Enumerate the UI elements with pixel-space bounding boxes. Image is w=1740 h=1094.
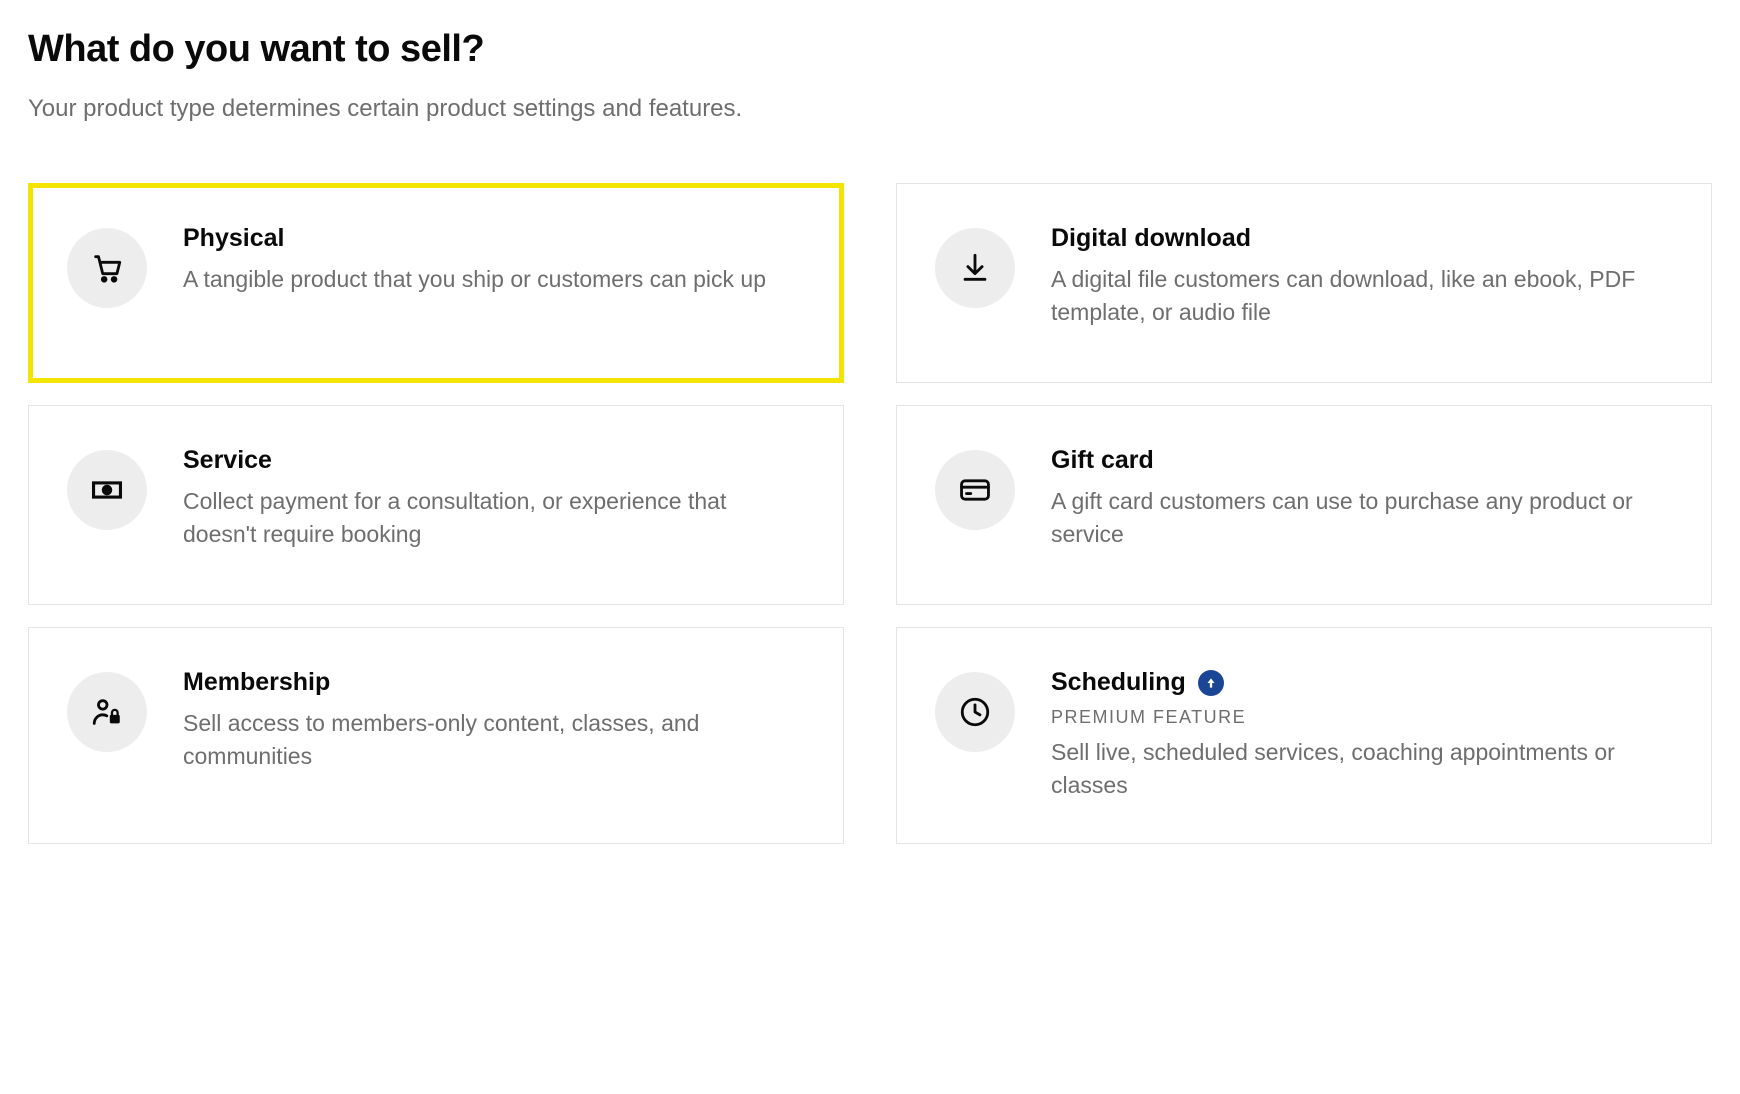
card-physical[interactable]: Physical A tangible product that you shi… bbox=[28, 183, 844, 383]
card-gift-card[interactable]: Gift card A gift card customers can use … bbox=[896, 405, 1712, 605]
card-description: A digital file customers can download, l… bbox=[1051, 263, 1673, 330]
cart-icon bbox=[67, 228, 147, 308]
card-description: A gift card customers can use to purchas… bbox=[1051, 485, 1673, 552]
card-title: Digital download bbox=[1051, 224, 1673, 253]
card-description: Collect payment for a consultation, or e… bbox=[183, 485, 805, 552]
person-lock-icon bbox=[67, 672, 147, 752]
card-description: Sell live, scheduled services, coaching … bbox=[1051, 736, 1673, 803]
card-title: Physical bbox=[183, 224, 805, 253]
card-title: Scheduling bbox=[1051, 668, 1673, 697]
premium-badge-icon bbox=[1198, 670, 1224, 696]
download-icon bbox=[935, 228, 1015, 308]
premium-feature-label: PREMIUM FEATURE bbox=[1051, 707, 1673, 728]
card-membership[interactable]: Membership Sell access to members-only c… bbox=[28, 627, 844, 844]
card-service[interactable]: Service Collect payment for a consultati… bbox=[28, 405, 844, 605]
card-title-text: Scheduling bbox=[1051, 668, 1186, 697]
money-icon bbox=[67, 450, 147, 530]
card-title: Membership bbox=[183, 668, 805, 697]
card-scheduling[interactable]: Scheduling PREMIUM FEATURE Sell live, sc… bbox=[896, 627, 1712, 844]
page-subtitle: Your product type determines certain pro… bbox=[28, 95, 1712, 123]
page-title: What do you want to sell? bbox=[28, 28, 1712, 71]
credit-card-icon bbox=[935, 450, 1015, 530]
card-title: Service bbox=[183, 446, 805, 475]
product-type-grid: Physical A tangible product that you shi… bbox=[28, 183, 1712, 844]
clock-icon bbox=[935, 672, 1015, 752]
card-digital-download[interactable]: Digital download A digital file customer… bbox=[896, 183, 1712, 383]
card-description: Sell access to members-only content, cla… bbox=[183, 707, 805, 774]
card-title: Gift card bbox=[1051, 446, 1673, 475]
card-description: A tangible product that you ship or cust… bbox=[183, 263, 805, 296]
